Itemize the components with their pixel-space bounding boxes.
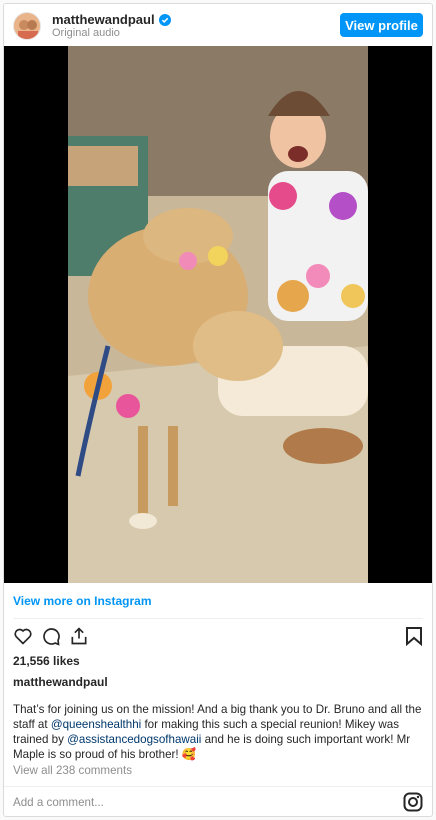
view-all-comments-link[interactable]: View all 238 comments [13,764,132,777]
username[interactable]: matthewandpaul [52,12,155,27]
view-more-link[interactable]: View more on Instagram [13,594,152,608]
divider [13,618,423,619]
action-bar [13,626,89,648]
heart-icon[interactable] [13,626,33,646]
verified-badge-icon [158,13,171,26]
video-still [68,46,368,583]
instagram-embed-card: matthewandpaul Original audio View profi… [3,3,433,817]
divider [4,786,432,787]
post-header: matthewandpaul Original audio View profi… [4,4,432,46]
caption-text: That’s for joining us on the mission! An… [13,702,423,762]
username-row: matthewandpaul [52,12,171,27]
likes-count[interactable]: 21,556 likes [13,654,80,668]
add-comment-input[interactable]: Add a comment... [13,796,104,809]
avatar[interactable] [13,12,41,40]
view-profile-button[interactable]: View profile [340,13,423,37]
post-video[interactable] [4,46,432,583]
caption-username[interactable]: matthewandpaul [13,675,108,689]
mention-link[interactable]: @assistancedogsofhawaii [67,733,201,746]
comment-icon[interactable] [41,626,61,646]
bookmark-icon[interactable] [405,626,423,646]
mention-link[interactable]: @queenshealthhi [51,718,141,731]
share-icon[interactable] [69,626,89,646]
audio-subtitle[interactable]: Original audio [52,27,120,39]
instagram-logo-icon[interactable] [403,792,423,812]
